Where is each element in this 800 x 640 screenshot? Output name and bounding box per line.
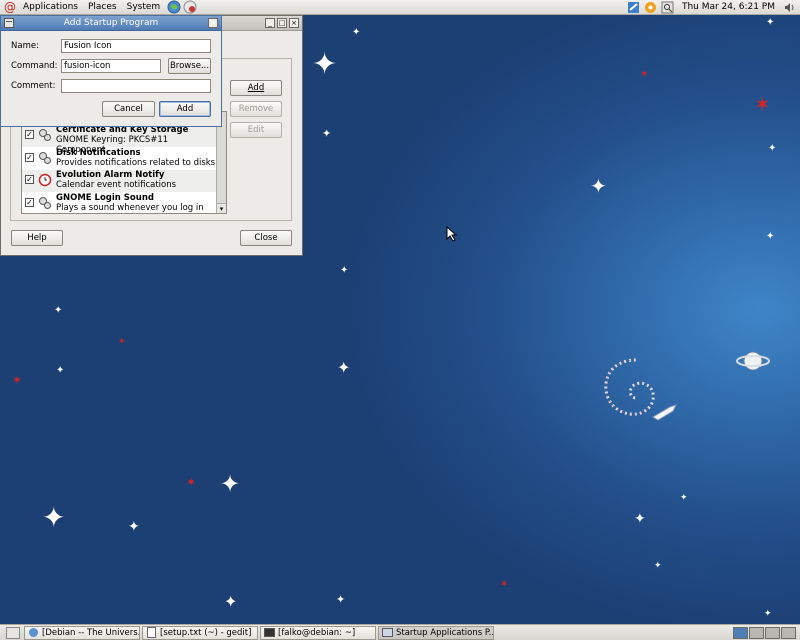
workspace-3[interactable]	[765, 626, 780, 639]
dialog-titlebar[interactable]: Add Startup Program ×	[1, 16, 221, 31]
list-item[interactable]: ✓ Disk Notifications Provides notificati…	[22, 148, 218, 170]
star-decoration: ✦	[128, 519, 140, 535]
mouse-cursor	[446, 226, 458, 242]
dialog-add-button[interactable]: Add	[159, 101, 211, 117]
system-menu[interactable]: System	[122, 0, 166, 15]
star-decoration: ✶	[118, 337, 126, 347]
list-scrollbar[interactable]: ▾	[216, 112, 226, 213]
star-decoration: ✦	[312, 47, 338, 82]
bottom-panel: [Debian -- The Univers... [setup.txt (~)…	[0, 624, 800, 640]
star-decoration: ✦	[654, 561, 662, 571]
name-label: Name:	[11, 41, 39, 51]
browser-icon	[29, 628, 38, 637]
text-editor-icon	[147, 627, 156, 638]
network-icon[interactable]	[627, 1, 640, 14]
command-label: Command:	[11, 61, 58, 71]
workspace-1[interactable]	[733, 626, 748, 639]
update-notifier-icon[interactable]	[644, 1, 657, 14]
star-decoration: ✶	[12, 373, 23, 387]
gears-icon	[39, 197, 51, 209]
remove-button[interactable]: Remove	[230, 101, 282, 117]
star-decoration: ✦	[322, 127, 332, 140]
places-menu[interactable]: Places	[83, 0, 122, 15]
enable-checkbox[interactable]: ✓	[25, 175, 34, 184]
star-decoration: ✶	[754, 92, 771, 116]
item-description: Calendar event notifications	[56, 180, 177, 190]
dialog-title: Add Startup Program	[63, 17, 159, 28]
comment-label: Comment:	[11, 81, 56, 91]
browse-button[interactable]: Browse...	[168, 58, 211, 74]
star-decoration: ✦	[337, 358, 351, 377]
gears-icon	[39, 129, 51, 141]
command-field[interactable]: fusion-icon	[61, 59, 161, 73]
maximize-button[interactable]: □	[277, 18, 287, 28]
close-window-button[interactable]: ×	[289, 18, 299, 28]
name-field[interactable]: Fusion Icon	[61, 39, 211, 53]
preferences-icon	[382, 628, 393, 637]
applications-menu[interactable]: Applications	[18, 0, 83, 15]
star-decoration: ✦	[680, 493, 688, 503]
list-item[interactable]: ✓ GNOME Login Sound Plays a sound whenev…	[22, 193, 218, 213]
list-item[interactable]: ✓ Certificate and Key Storage GNOME Keyr…	[22, 125, 218, 155]
item-title: Disk Notifications	[56, 148, 141, 158]
taskbar-item-browser[interactable]: [Debian -- The Univers...	[24, 625, 140, 640]
item-title: Evolution Alarm Notify	[56, 170, 165, 180]
star-decoration: ✦	[54, 305, 63, 316]
close-button[interactable]: Close	[240, 230, 292, 246]
star-decoration: ✦	[768, 143, 777, 154]
search-tool-icon[interactable]	[661, 1, 674, 14]
taskbar-item-gedit[interactable]: [setup.txt (~) - gedit]	[142, 625, 258, 640]
enable-checkbox[interactable]: ✓	[25, 130, 34, 139]
web-browser-launcher-icon[interactable]	[167, 0, 181, 14]
taskbar-item-terminal[interactable]: [falko@debian: ~]	[260, 625, 376, 640]
star-decoration: ✦	[336, 593, 346, 606]
star-decoration: ✦	[220, 470, 241, 498]
enable-checkbox[interactable]: ✓	[25, 153, 34, 162]
clock[interactable]: Thu Mar 24, 6:21 PM	[682, 2, 775, 12]
star-decoration: ✦	[634, 511, 646, 527]
star-decoration: ✦	[766, 231, 775, 242]
enable-checkbox[interactable]: ✓	[25, 198, 34, 207]
star-decoration: ✦	[56, 365, 65, 376]
star-decoration: ✦	[766, 17, 775, 28]
top-panel: @ Applications Places System Thu Mar 24,…	[0, 0, 800, 15]
workspace-2[interactable]	[749, 626, 764, 639]
list-item[interactable]: ✓ Evolution Alarm Notify Calendar event …	[22, 170, 218, 192]
star-decoration: ✦	[764, 609, 772, 619]
rocket-decoration	[652, 404, 677, 421]
star-decoration: ✶	[500, 579, 509, 590]
debian-logo-icon[interactable]: @	[4, 0, 18, 14]
item-description: Plays a sound whenever you log in	[56, 203, 204, 213]
gears-icon	[39, 152, 51, 164]
add-button[interactable]: Add	[230, 80, 282, 96]
workspace-switcher[interactable]	[733, 626, 796, 639]
taskbar-item-startup-applications[interactable]: Startup Applications P...	[378, 625, 494, 640]
planet-decoration	[736, 351, 770, 371]
star-decoration: ✶	[186, 475, 197, 489]
minimize-button[interactable]: _	[265, 18, 275, 28]
add-startup-program-dialog: Add Startup Program × Name: Fusion Icon …	[0, 15, 222, 127]
item-description: Provides notifications related to disks	[56, 158, 216, 168]
alarm-clock-icon	[38, 173, 52, 187]
star-decoration: ✦	[590, 174, 607, 198]
scroll-down-arrow-icon[interactable]: ▾	[217, 203, 226, 213]
star-decoration: ✦	[352, 27, 361, 38]
star-decoration: ✦	[340, 265, 349, 276]
close-dialog-button[interactable]: ×	[208, 18, 218, 28]
workspace-4[interactable]	[781, 626, 796, 639]
cancel-button[interactable]: Cancel	[102, 101, 155, 117]
comment-field[interactable]	[61, 79, 211, 93]
star-decoration: ✦	[224, 592, 238, 611]
item-title: GNOME Login Sound	[56, 193, 154, 203]
help-button[interactable]: Help	[11, 230, 63, 246]
star-decoration: ✦	[42, 501, 66, 534]
show-desktop-button[interactable]	[6, 626, 20, 639]
volume-icon[interactable]	[783, 1, 796, 14]
terminal-icon	[264, 628, 275, 637]
mail-launcher-icon[interactable]	[183, 0, 197, 14]
edit-button[interactable]: Edit	[230, 122, 282, 138]
star-decoration: ✶	[640, 69, 649, 80]
